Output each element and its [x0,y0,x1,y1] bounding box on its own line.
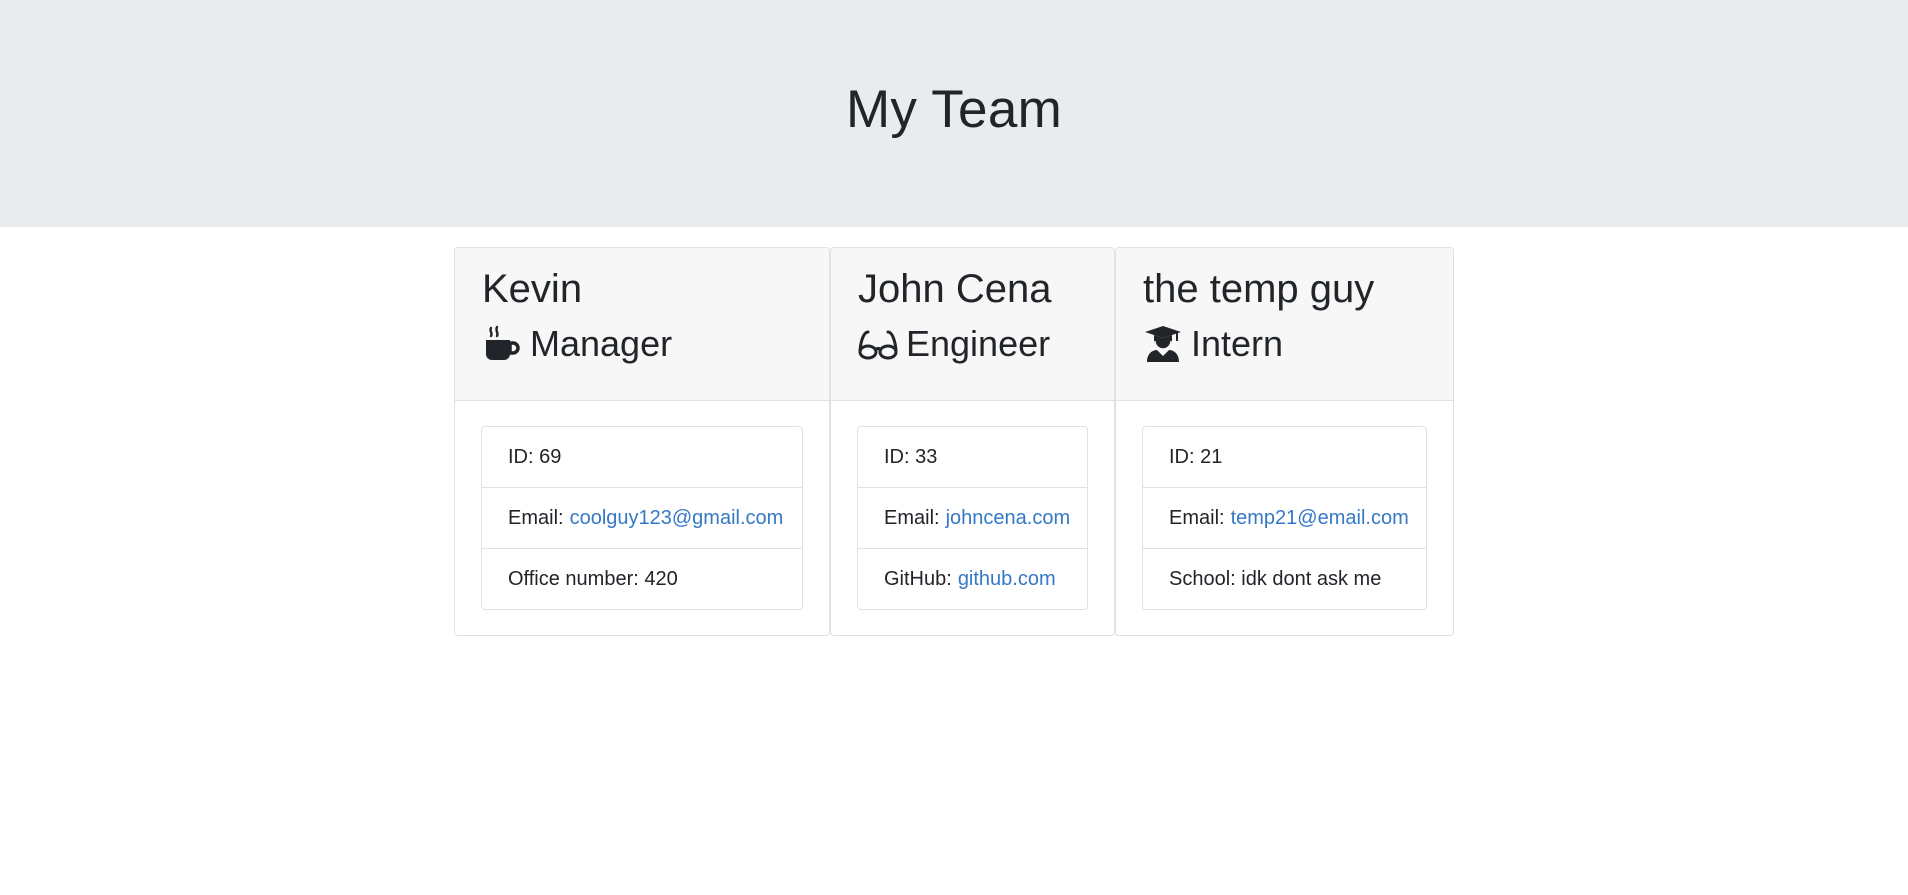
employee-role: Manager [482,323,829,365]
id-text: ID: 69 [508,445,562,468]
employee-role: Intern [1143,323,1453,365]
list-item-email: Email: coolguy123@gmail.com [482,488,802,549]
employee-info-list: ID: 33 Email: johncena.com GitHub: githu… [857,426,1088,610]
employee-name: John Cena [858,267,1052,311]
card-header: John Cena Engineer [831,248,1114,401]
id-text: ID: 33 [884,445,938,468]
employee-name: the temp guy [1143,267,1375,311]
employee-card-intern: the temp guy Intern ID: 21 Email: temp21… [1115,247,1454,636]
github-link[interactable]: github.com [958,568,1056,591]
glasses-icon [858,324,898,364]
email-label: Email: [508,506,564,529]
page-header: My Team [0,0,1908,227]
id-text: ID: 21 [1169,445,1223,468]
email-label: Email: [1169,506,1225,529]
role-label: Intern [1191,323,1284,364]
employee-card-engineer: John Cena Engineer ID: 33 Email: johncen… [830,247,1115,636]
email-label: Email: [884,506,940,529]
employee-name: Kevin [482,267,583,311]
page-title: My Team [845,79,1063,139]
card-header: Kevin Manager [455,248,829,401]
list-item-id: ID: 69 [482,427,802,488]
employee-role: Engineer [858,323,1114,365]
email-link[interactable]: coolguy123@gmail.com [570,507,784,530]
list-item-email: Email: johncena.com [858,488,1087,549]
list-item-school: School: idk dont ask me [1143,549,1426,609]
employee-info-list: ID: 21 Email: temp21@email.com School: i… [1142,426,1427,610]
list-item-office: Office number: 420 [482,549,802,609]
role-label: Engineer [906,323,1051,364]
employee-info-list: ID: 69 Email: coolguy123@gmail.com Offic… [481,426,803,610]
school-text: School: idk dont ask me [1169,567,1382,590]
graduate-icon [1143,324,1183,364]
coffee-mug-icon [482,324,522,364]
list-item-id: ID: 33 [858,427,1087,488]
list-item-id: ID: 21 [1143,427,1426,488]
employee-card-manager: Kevin Manager ID: 69 Email: coolguy123@g… [454,247,830,636]
list-item-email: Email: temp21@email.com [1143,488,1426,549]
email-link[interactable]: johncena.com [946,507,1071,530]
card-header: the temp guy Intern [1116,248,1453,401]
office-number-text: Office number: 420 [508,567,678,590]
email-link[interactable]: temp21@email.com [1231,507,1409,530]
github-label: GitHub: [884,567,952,590]
list-item-github: GitHub: github.com [858,549,1087,609]
role-label: Manager [530,323,673,364]
